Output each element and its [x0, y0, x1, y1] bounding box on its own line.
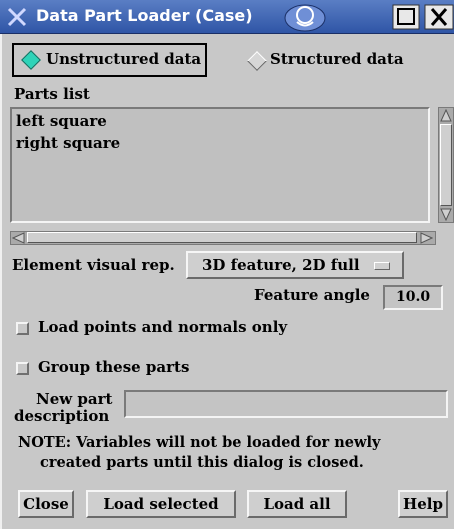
scroll-up-icon[interactable]: [440, 109, 452, 123]
parts-list[interactable]: left square right square: [10, 107, 430, 223]
vertical-scrollbar[interactable]: [438, 107, 454, 223]
group-parts-label: Group these parts: [38, 358, 190, 376]
load-all-button-label: Load all: [263, 495, 331, 513]
help-button-label: Help: [403, 495, 443, 513]
scroll-thumb-horizontal[interactable]: [27, 232, 417, 243]
structured-label: Structured data: [270, 50, 404, 68]
feature-angle-field[interactable]: 10.0: [383, 285, 443, 310]
note-line-2: created parts until this dialog is close…: [40, 454, 364, 471]
list-item[interactable]: left square: [16, 112, 107, 130]
help-button[interactable]: Help: [398, 490, 448, 518]
scroll-left-icon[interactable]: [12, 232, 26, 244]
checkbox-icon: [16, 362, 29, 375]
unstructured-label: Unstructured data: [46, 50, 202, 68]
load-points-checkbox[interactable]: Load points and normals only: [16, 318, 306, 340]
load-selected-button-label: Load selected: [103, 495, 219, 513]
shade-icon[interactable]: [282, 2, 328, 32]
note-line-1: NOTE: Variables will not be loaded for n…: [18, 434, 381, 451]
visual-rep-label: Element visual rep.: [12, 256, 175, 274]
horizontal-scrollbar[interactable]: [10, 231, 436, 245]
visual-rep-value: 3D feature, 2D full: [202, 256, 360, 274]
visual-rep-dropdown[interactable]: 3D feature, 2D full: [186, 251, 404, 279]
scroll-thumb-vertical[interactable]: [440, 124, 452, 206]
parts-list-heading: Parts list: [14, 85, 90, 103]
checkbox-icon: [16, 322, 29, 335]
dropdown-indicator-icon: [374, 262, 390, 270]
close-icon[interactable]: [424, 4, 454, 30]
new-part-description-label: description: [14, 407, 110, 425]
radio-on-icon: [21, 50, 41, 70]
close-button[interactable]: Close: [18, 490, 74, 518]
group-parts-checkbox[interactable]: Group these parts: [16, 358, 216, 380]
radio-off-icon: [247, 51, 267, 71]
close-button-label: Close: [23, 495, 69, 513]
load-selected-button[interactable]: Load selected: [86, 490, 236, 518]
window-title: Data Part Loader (Case): [36, 6, 253, 25]
unstructured-radio[interactable]: Unstructured data: [12, 43, 207, 77]
new-part-label: New part: [36, 390, 113, 408]
title-bar[interactable]: Data Part Loader (Case): [0, 0, 454, 34]
scroll-right-icon[interactable]: [419, 232, 433, 244]
app-icon: [7, 7, 27, 27]
scroll-down-icon[interactable]: [440, 207, 452, 221]
maximize-icon[interactable]: [392, 4, 420, 30]
feature-angle-value: 10.0: [396, 289, 431, 305]
load-all-button[interactable]: Load all: [247, 490, 347, 518]
feature-angle-label: Feature angle: [254, 286, 370, 304]
list-item[interactable]: right square: [16, 134, 120, 152]
new-part-description-input[interactable]: [124, 390, 448, 418]
structured-radio[interactable]: Structured data: [246, 45, 416, 75]
load-points-label: Load points and normals only: [38, 318, 288, 336]
